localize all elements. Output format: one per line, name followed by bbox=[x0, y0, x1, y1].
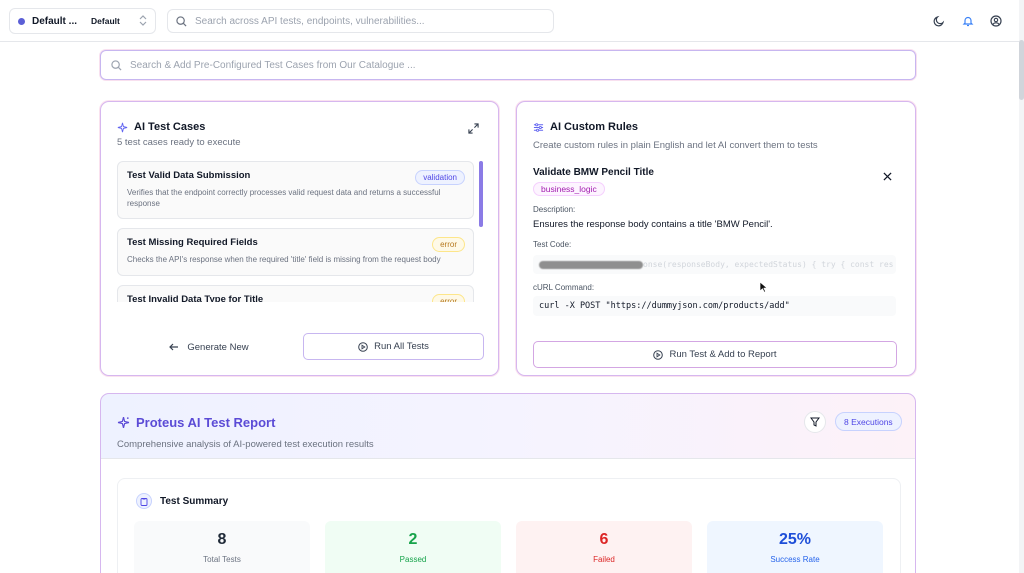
ai-test-cases-card: AI Test Cases 5 test cases ready to exec… bbox=[100, 101, 499, 376]
ai-custom-rules-card: AI Custom Rules Create custom rules in p… bbox=[516, 101, 916, 376]
chevron-up-down-icon bbox=[139, 15, 147, 27]
test-case-title: Test Valid Data Submission bbox=[127, 170, 251, 181]
search-icon bbox=[176, 15, 187, 27]
test-case-description: Verifies that the endpoint correctly pro… bbox=[127, 188, 441, 208]
stat-value: 8 bbox=[217, 531, 227, 548]
test-case-item[interactable]: Test Valid Data Submission Verifies that… bbox=[117, 161, 474, 219]
workspace-name: Default ... bbox=[32, 15, 78, 27]
report-subtitle: Comprehensive analysis of AI-powered tes… bbox=[117, 439, 374, 450]
run-all-tests-button[interactable]: Run All Tests bbox=[303, 333, 484, 360]
stat-passed: 2 Passed bbox=[325, 521, 501, 573]
clipboard-icon bbox=[136, 493, 152, 509]
moon-icon[interactable] bbox=[931, 13, 947, 29]
arrow-left-icon bbox=[169, 343, 179, 351]
test-summary-title-text: Test Summary bbox=[160, 495, 229, 507]
report-title-text: Proteus AI Test Report bbox=[136, 415, 276, 430]
stat-total-tests: 8 Total Tests bbox=[134, 521, 310, 573]
report-body: Test Summary 8 Total Tests 2 Passed 6 Fa… bbox=[101, 458, 915, 573]
test-code-snippet: onse(responseBody, expectedStatus) { try… bbox=[643, 260, 894, 269]
catalog-search-placeholder: Search & Add Pre-Configured Test Cases f… bbox=[130, 59, 416, 71]
generate-new-label: Generate New bbox=[187, 341, 249, 353]
bell-icon[interactable] bbox=[960, 13, 976, 29]
test-case-title: Test Invalid Data Type for Title bbox=[127, 294, 264, 302]
test-case-badge: error bbox=[432, 294, 465, 302]
mouse-cursor-icon bbox=[759, 281, 768, 293]
close-icon[interactable] bbox=[883, 168, 893, 181]
test-case-title: Test Missing Required Fields bbox=[127, 237, 258, 248]
search-icon bbox=[111, 59, 122, 71]
stat-label: Total Tests bbox=[203, 555, 241, 564]
stat-value: 2 bbox=[408, 531, 418, 548]
page-scrollbar[interactable] bbox=[1019, 0, 1024, 573]
stat-value: 6 bbox=[599, 531, 609, 548]
generate-new-button[interactable]: Generate New bbox=[159, 334, 259, 360]
ai-test-report-section: Proteus AI Test Report Comprehensive ana… bbox=[100, 393, 916, 573]
run-test-add-report-label: Run Test & Add to Report bbox=[669, 349, 777, 360]
page-scrollbar-thumb[interactable] bbox=[1019, 40, 1024, 100]
stat-label: Passed bbox=[399, 555, 427, 564]
curl-command-label: cURL Command: bbox=[533, 283, 595, 292]
curl-command-box[interactable]: curl -X POST "https://dummyjson.com/prod… bbox=[533, 296, 896, 316]
rule-name: Validate BMW Pencil Title bbox=[533, 167, 654, 178]
workspace-selector[interactable]: Default ... Default bbox=[9, 8, 156, 34]
rule-description: Ensures the response body contains a tit… bbox=[533, 219, 773, 230]
top-bar: Default ... Default Search across API te… bbox=[0, 0, 1019, 42]
test-code-label: Test Code: bbox=[533, 240, 572, 249]
stat-failed: 6 Failed bbox=[516, 521, 692, 573]
ai-custom-rules-title: AI Custom Rules bbox=[533, 121, 638, 133]
test-case-item[interactable]: Test Missing Required Fields Checks the … bbox=[117, 228, 474, 276]
description-label: Description: bbox=[533, 205, 576, 214]
stat-label: Failed bbox=[593, 555, 615, 564]
global-search-placeholder: Search across API tests, endpoints, vuln… bbox=[195, 15, 425, 27]
ai-test-cases-subtitle: 5 test cases ready to execute bbox=[117, 137, 241, 148]
test-case-description: Checks the API's response when the requi… bbox=[127, 255, 441, 264]
ai-custom-rules-title-text: AI Custom Rules bbox=[550, 121, 639, 133]
play-circle-icon bbox=[653, 349, 664, 360]
sparkles-icon bbox=[117, 416, 130, 429]
executions-badge[interactable]: 8 Executions bbox=[835, 412, 902, 431]
global-search-input[interactable]: Search across API tests, endpoints, vuln… bbox=[167, 9, 554, 33]
report-title: Proteus AI Test Report bbox=[117, 415, 275, 430]
stat-success-rate: 25% Success Rate bbox=[707, 521, 883, 573]
workspace-status-dot bbox=[18, 17, 25, 25]
code-redacted bbox=[539, 260, 643, 269]
run-all-tests-label: Run All Tests bbox=[374, 341, 429, 352]
filter-button[interactable] bbox=[804, 411, 826, 433]
user-circle-icon[interactable] bbox=[988, 13, 1004, 29]
ai-custom-rules-subtitle: Create custom rules in plain English and… bbox=[533, 140, 818, 151]
sliders-icon bbox=[533, 122, 544, 132]
test-case-badge: error bbox=[432, 237, 465, 252]
filter-icon bbox=[810, 417, 820, 427]
run-test-add-report-button[interactable]: Run Test & Add to Report bbox=[533, 341, 897, 368]
ai-test-cases-title: AI Test Cases bbox=[117, 121, 205, 133]
expand-icon[interactable] bbox=[468, 121, 480, 134]
test-summary-title: Test Summary bbox=[136, 493, 228, 509]
rule-category-tag: business_logic bbox=[533, 182, 605, 196]
catalog-search-input[interactable]: Search & Add Pre-Configured Test Cases f… bbox=[100, 50, 916, 80]
test-case-badge: validation bbox=[415, 170, 465, 185]
test-code-box[interactable]: onse(responseBody, expectedStatus) { try… bbox=[533, 255, 896, 274]
ai-test-cases-title-text: AI Test Cases bbox=[134, 121, 206, 133]
test-case-list[interactable]: Test Valid Data Submission Verifies that… bbox=[117, 161, 485, 302]
stat-label: Success Rate bbox=[770, 555, 820, 564]
stat-value: 25% bbox=[778, 531, 812, 548]
curl-command-text: curl -X POST "https://dummyjson.com/prod… bbox=[539, 301, 790, 311]
environment-name: Default bbox=[91, 16, 120, 26]
test-list-scrollbar[interactable] bbox=[479, 161, 483, 227]
sparkles-icon bbox=[117, 122, 128, 132]
test-summary-card: Test Summary 8 Total Tests 2 Passed 6 Fa… bbox=[117, 478, 901, 573]
test-case-item[interactable]: Test Invalid Data Type for Title error bbox=[117, 285, 474, 302]
play-circle-icon bbox=[358, 341, 368, 352]
